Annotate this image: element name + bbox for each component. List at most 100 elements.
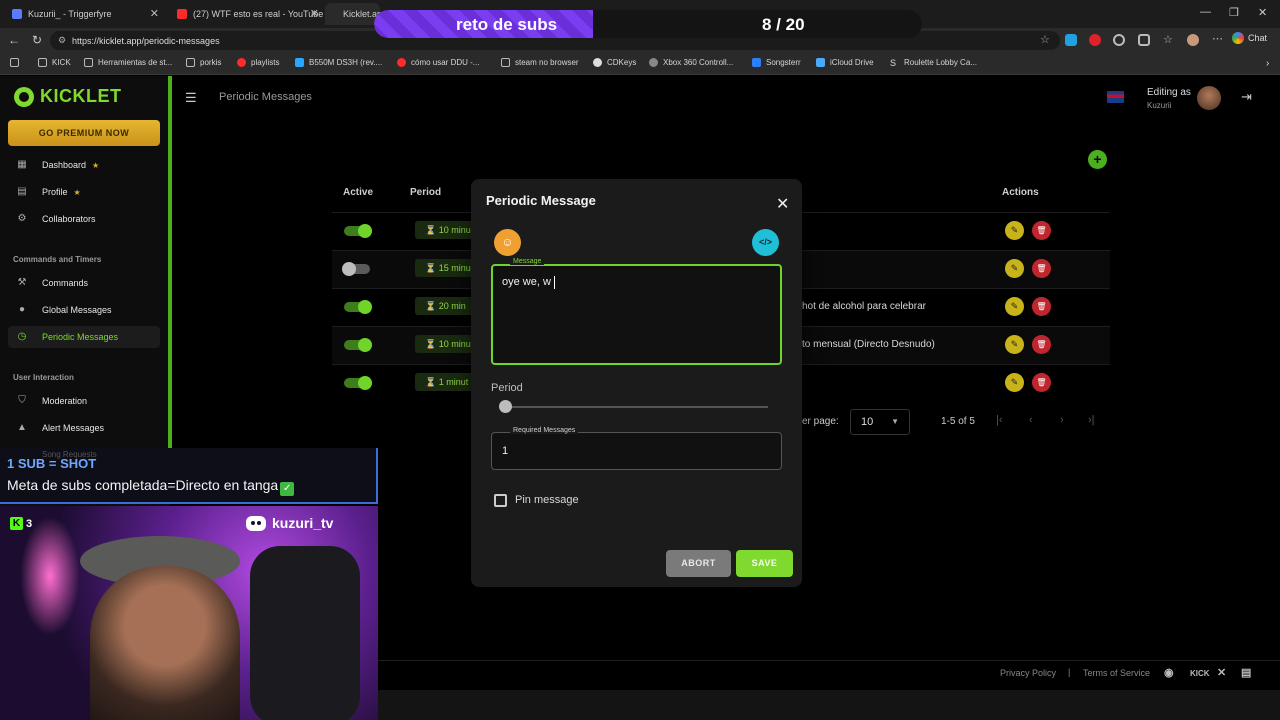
- active-toggle[interactable]: [344, 338, 372, 352]
- rows-per-page-select[interactable]: 10 ▼: [850, 409, 910, 435]
- active-toggle[interactable]: [344, 376, 372, 390]
- emoji-picker-icon[interactable]: ☺: [494, 229, 521, 256]
- next-page-icon[interactable]: ›: [1060, 414, 1064, 426]
- active-toggle[interactable]: [342, 262, 370, 276]
- discord-badge: kuzuri_tv: [246, 515, 333, 531]
- last-page-icon[interactable]: ›|: [1088, 414, 1095, 426]
- bookmark-item[interactable]: cómo usar DDU -...: [397, 58, 479, 67]
- cam-person: [90, 566, 240, 720]
- copilot-chat-button[interactable]: Chat: [1232, 32, 1267, 44]
- chat-icon: ●: [18, 304, 26, 315]
- bookmark-item[interactable]: steam no browser: [501, 58, 579, 67]
- pin-message-checkbox[interactable]: [494, 494, 507, 507]
- bookmark-sidebar-toggle[interactable]: [10, 58, 24, 67]
- bookmark-label: Xbox 360 Controll...: [663, 58, 734, 67]
- first-page-icon[interactable]: |‹: [996, 414, 1003, 426]
- privacy-policy-link[interactable]: Privacy Policy: [1000, 668, 1056, 678]
- close-icon[interactable]: ✕: [776, 194, 789, 214]
- discord-name: kuzuri_tv: [272, 515, 334, 531]
- required-messages-input[interactable]: [491, 432, 782, 470]
- document-icon[interactable]: ▤: [1241, 666, 1251, 679]
- tab-kicklet[interactable]: Kicklet.ap: [325, 3, 382, 25]
- kick-icon: K: [10, 517, 23, 530]
- favorites-icon[interactable]: ☆: [1163, 33, 1175, 46]
- edit-button[interactable]: ✎: [1005, 373, 1024, 392]
- bookmark-item[interactable]: iCloud Drive: [816, 58, 874, 67]
- x-twitter-icon[interactable]: ✕: [1217, 666, 1226, 679]
- tab-triggerfyre[interactable]: Kuzurii_ - Triggerfyre ✕: [0, 3, 165, 25]
- sidebar-item-profile[interactable]: ▤ Profile ★: [8, 181, 160, 203]
- bookmark-star-icon[interactable]: ☆: [1040, 33, 1052, 46]
- bookmark-label: iCloud Drive: [830, 58, 874, 67]
- period-slider-handle[interactable]: [499, 400, 512, 413]
- extensions-puzzle-icon[interactable]: [1138, 34, 1150, 46]
- sub-goal-label: reto de subs: [456, 15, 558, 34]
- logout-icon[interactable]: ⇥: [1241, 89, 1252, 105]
- delete-button[interactable]: 🗑: [1032, 221, 1051, 240]
- more-bookmarks-icon[interactable]: ›: [1266, 58, 1269, 69]
- menu-icon[interactable]: ☰: [185, 90, 197, 106]
- footer-divider: [378, 660, 1280, 661]
- sidebar-item-moderation[interactable]: ⛉ Moderation: [8, 390, 160, 412]
- active-toggle[interactable]: [344, 300, 372, 314]
- bookmark-item[interactable]: porkis: [186, 58, 221, 67]
- add-message-button[interactable]: +: [1088, 150, 1107, 169]
- save-button[interactable]: SAVE: [736, 550, 793, 577]
- bookmark-label: cómo usar DDU -...: [411, 58, 480, 67]
- bookmark-item[interactable]: S Roulette Lobby Ca...: [890, 58, 977, 68]
- sidebar-item-periodic-messages[interactable]: ◷ Periodic Messages: [8, 326, 160, 348]
- terms-link[interactable]: Terms of Service: [1083, 668, 1150, 678]
- period-slider-track[interactable]: [506, 406, 768, 408]
- kick-link[interactable]: KICK: [1190, 669, 1210, 678]
- bookmark-item[interactable]: KICK: [38, 58, 71, 67]
- maximize-icon[interactable]: ❐: [1229, 6, 1239, 19]
- edit-button[interactable]: ✎: [1005, 297, 1024, 316]
- reload-icon[interactable]: ↻: [32, 33, 42, 47]
- active-toggle[interactable]: [344, 224, 372, 238]
- delete-button[interactable]: 🗑: [1032, 373, 1051, 392]
- bookmark-item[interactable]: Herramientas de st...: [84, 58, 172, 67]
- prev-page-icon[interactable]: ‹: [1029, 414, 1033, 426]
- window-close-icon[interactable]: ✕: [1258, 6, 1267, 19]
- bookmark-item[interactable]: Xbox 360 Controll...: [649, 58, 733, 67]
- bookmark-item[interactable]: Songsterr: [752, 58, 801, 67]
- minimize-icon[interactable]: —: [1200, 6, 1211, 18]
- warning-icon: ▲: [17, 422, 27, 433]
- delete-button[interactable]: 🗑: [1032, 259, 1051, 278]
- profile-icon: ▤: [17, 186, 27, 197]
- bookmark-item[interactable]: playlists: [237, 58, 279, 67]
- edit-button[interactable]: ✎: [1005, 335, 1024, 354]
- edit-button[interactable]: ✎: [1005, 259, 1024, 278]
- sidebar-item-label: Profile: [42, 187, 68, 197]
- avatar[interactable]: [1197, 86, 1221, 110]
- kicklet-logo[interactable]: KICKLET: [14, 86, 122, 107]
- delete-button[interactable]: 🗑: [1032, 297, 1051, 316]
- sidebar-item-alert-messages[interactable]: ▲ Alert Messages: [8, 417, 160, 439]
- sidebar-item-global-messages[interactable]: ● Global Messages: [8, 299, 160, 321]
- extension-icon[interactable]: [1089, 34, 1101, 46]
- language-flag-icon[interactable]: [1107, 91, 1124, 103]
- back-icon[interactable]: ←: [8, 33, 20, 47]
- extension-icon[interactable]: [1113, 34, 1125, 46]
- code-variables-icon[interactable]: </>: [752, 229, 779, 256]
- discord-icon[interactable]: ◉: [1164, 666, 1174, 679]
- more-icon[interactable]: ⋯: [1212, 32, 1224, 45]
- sidebar-item-commands[interactable]: ⚒ Commands: [8, 272, 160, 294]
- bookmark-item[interactable]: CDKeys: [593, 58, 636, 67]
- bookmark-label: Roulette Lobby Ca...: [904, 58, 977, 67]
- site-info-icon[interactable]: ⚙: [58, 35, 66, 46]
- sidebar-item-dashboard[interactable]: ▦ Dashboard ★: [8, 154, 160, 176]
- sidebar-item-collaborators[interactable]: ⚙ Collaborators: [8, 208, 160, 230]
- edit-button[interactable]: ✎: [1005, 221, 1024, 240]
- delete-button[interactable]: 🗑: [1032, 335, 1051, 354]
- close-icon[interactable]: ✕: [150, 7, 159, 20]
- extension-icon[interactable]: [1065, 34, 1077, 46]
- abort-button[interactable]: ABORT: [666, 550, 731, 577]
- bookmarks-bar: KICK Herramientas de st... porkis playli…: [0, 53, 1280, 75]
- profile-avatar-icon[interactable]: [1187, 34, 1199, 46]
- bookmark-item[interactable]: B550M DS3H (rev....: [295, 58, 382, 67]
- tab-youtube[interactable]: (27) WTF esto es real - YouTube ✕: [165, 3, 325, 25]
- go-premium-button[interactable]: GO PREMIUM NOW: [8, 120, 160, 146]
- reading-list-icon: [10, 58, 19, 67]
- close-icon[interactable]: ✕: [310, 7, 319, 20]
